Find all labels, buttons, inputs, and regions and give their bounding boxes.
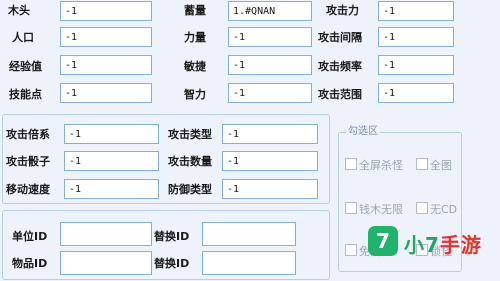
attack-dice-label: 攻击骰子 [6,155,50,168]
attack-count-input[interactable]: -1 [222,151,318,171]
item-id-label: 物品ID [12,257,48,270]
attack-multiplier-label: 攻击倍系 [6,128,50,141]
population-input[interactable]: -1 [60,27,152,47]
power-input[interactable]: -1 [228,27,312,47]
checkbox-icon [416,158,428,170]
attack-range-label: 攻击范围 [318,88,362,101]
move-speed-label: 移动速度 [6,183,50,196]
attack-multiplier-input[interactable]: -1 [64,124,159,144]
power-label: 力量 [184,31,206,44]
unit-id-label: 单位ID [12,230,48,243]
replace-id-label-1: 替换ID [154,230,190,243]
attack-input[interactable]: -1 [378,1,454,21]
attack-interval-label: 攻击间隔 [318,31,362,44]
defense-type-input[interactable]: -1 [222,179,318,199]
watermark-logo-icon: 7 [368,226,398,256]
troops-label: 蓄量 [184,4,206,17]
checkbox-infinite-resources[interactable]: 钱木无限 [345,202,403,216]
checkbox-no-cd[interactable]: 无CD [416,202,457,216]
move-speed-input[interactable]: -1 [64,179,159,199]
attack-type-input[interactable]: -1 [222,124,318,144]
intelligence-label: 智力 [184,88,206,101]
population-label: 人口 [12,31,34,44]
checkbox-full-map[interactable]: 全图 [416,158,452,172]
skill-points-label: 技能点 [9,88,42,101]
attack-rate-label: 攻击频率 [318,60,362,73]
wood-label: 木头 [8,4,30,17]
replace-id-label-2: 替换ID [154,257,190,270]
attack-range-input[interactable]: -1 [378,83,454,103]
skill-points-input[interactable]: -1 [60,83,152,103]
checkbox-fullscreen-kill[interactable]: 全屏杀怪 [345,158,403,172]
attack-dice-input[interactable]: -1 [64,151,159,171]
intelligence-input[interactable]: -1 [228,83,312,103]
checkbox-icon [416,202,428,214]
experience-label: 经验值 [9,60,42,73]
checkbox-icon [345,202,357,214]
attack-count-label: 攻击数量 [168,155,212,168]
attack-label: 攻击力 [326,4,359,17]
replace-id-input-1[interactable] [202,222,296,246]
attack-interval-input[interactable]: -1 [378,27,454,47]
watermark-text: 小7手游 [404,233,482,257]
checkbox-icon [345,158,357,170]
attack-rate-input[interactable]: -1 [378,55,454,75]
replace-id-input-2[interactable] [202,251,296,275]
agility-input[interactable]: -1 [228,55,312,75]
attack-type-label: 攻击类型 [168,128,212,141]
options-title: 勾选区 [346,126,380,138]
troops-input[interactable]: 1.#QNAN [228,1,312,21]
checkbox-icon [345,244,357,256]
defense-type-label: 防御类型 [168,183,212,196]
experience-input[interactable]: -1 [60,55,152,75]
site-watermark: 7 小7手游 [368,226,500,260]
item-id-input[interactable] [60,251,152,275]
wood-input[interactable]: -1 [60,1,152,21]
agility-label: 敏捷 [184,60,206,73]
unit-id-input[interactable] [60,222,152,246]
